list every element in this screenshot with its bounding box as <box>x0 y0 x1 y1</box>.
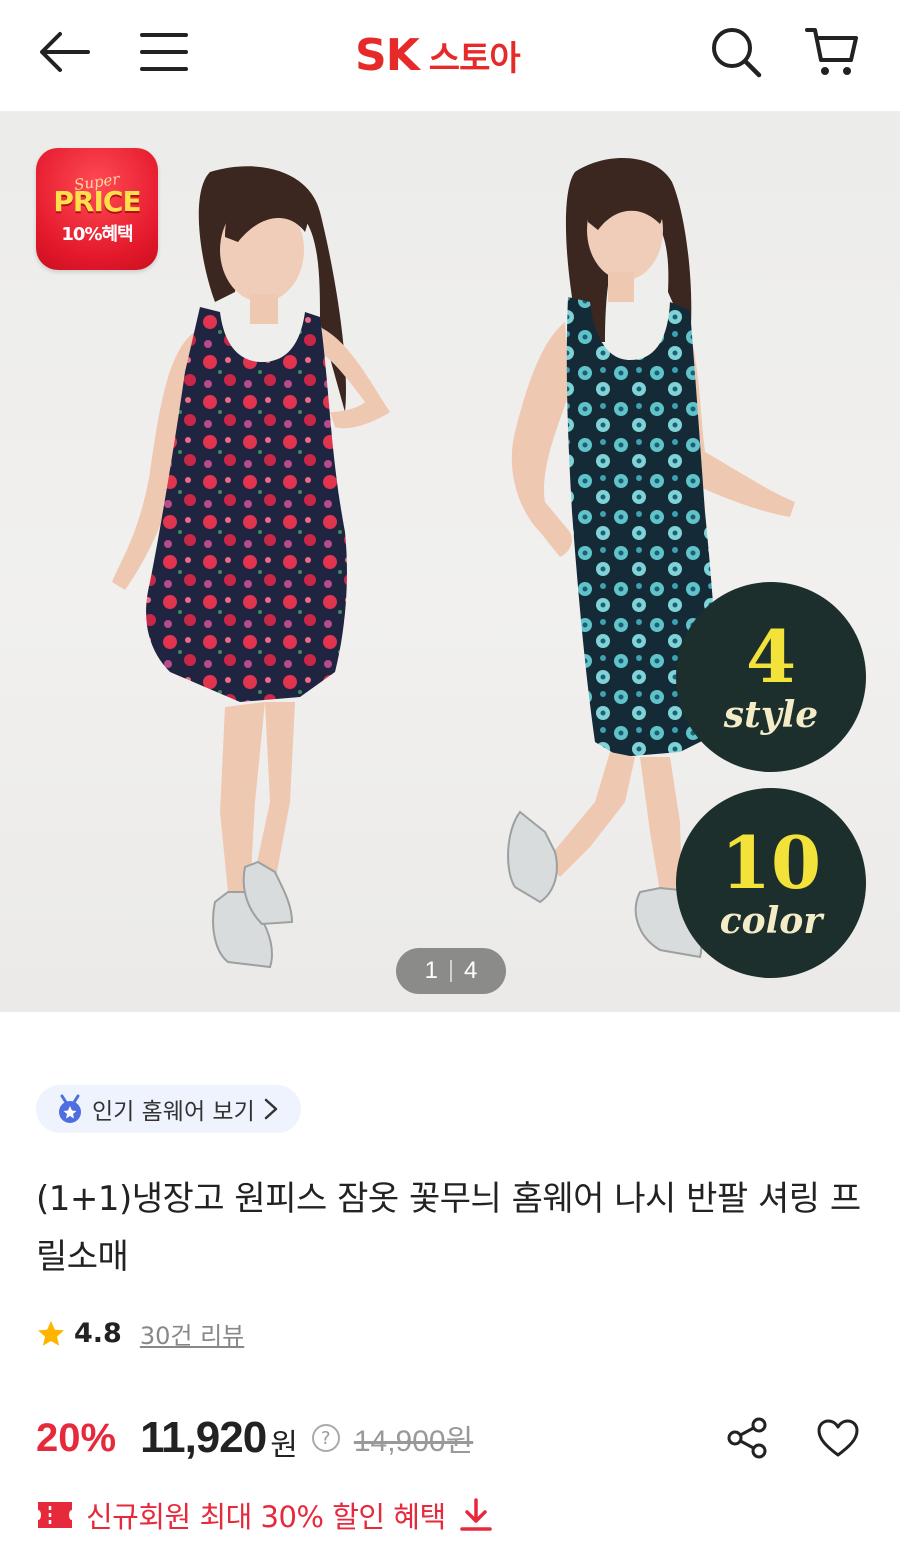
share-button[interactable] <box>722 1412 774 1464</box>
style-count-badge: 4 style <box>676 582 866 772</box>
rating-row: 4.8 30건 리뷰 <box>36 1316 244 1351</box>
search-button[interactable] <box>706 22 766 82</box>
sk-store-logo[interactable]: SK 스토아 <box>355 30 521 81</box>
logo-sk-text: SK <box>355 30 420 81</box>
style-count-number: 4 <box>745 614 797 699</box>
search-icon <box>712 28 762 78</box>
review-count-link[interactable]: 30건 리뷰 <box>140 1316 244 1351</box>
download-icon <box>459 1498 492 1531</box>
price-row: 20% 11,920 원 ? 14,900원 <box>36 1408 473 1468</box>
cart-button[interactable] <box>802 22 862 82</box>
coupon-ticket-icon <box>38 1502 72 1528</box>
pager-total: 4 <box>464 957 478 984</box>
back-arrow-icon <box>40 32 90 72</box>
discount-rate: 20% <box>36 1415 117 1460</box>
heart-icon <box>817 1419 859 1457</box>
super-price-badge: Super PRICE 10%혜택 <box>36 148 158 270</box>
cart-icon <box>805 28 858 75</box>
price-help-icon[interactable]: ? <box>311 1424 340 1452</box>
wishlist-button[interactable] <box>812 1412 864 1464</box>
star-icon <box>38 1320 64 1346</box>
rating-score: 4.8 <box>74 1318 122 1349</box>
product-image-carousel[interactable]: Super PRICE 10%혜택 4 style 10 color 1 4 <box>0 112 900 1012</box>
medal-icon <box>59 1094 81 1123</box>
menu-icon <box>140 33 188 71</box>
chip-label: 인기 홈웨어 보기 <box>92 1099 255 1125</box>
badge-benefit-text: 10%혜택 <box>61 223 133 245</box>
price-unit: 원 <box>270 1428 298 1463</box>
color-count-word: color <box>719 900 823 942</box>
sale-price: 11,920 <box>140 1413 267 1462</box>
logo-store-text: 스토아 <box>428 39 521 79</box>
color-count-badge: 10 color <box>676 788 866 978</box>
image-pager: 1 4 <box>396 948 506 994</box>
top-header: SK 스토아 <box>0 0 900 112</box>
chevron-right-icon <box>264 1098 277 1120</box>
share-icon <box>727 1417 767 1459</box>
original-price: 14,900원 <box>353 1425 474 1458</box>
popular-homewear-chip[interactable]: 인기 홈웨어 보기 <box>36 1085 301 1133</box>
back-button[interactable] <box>34 22 94 82</box>
menu-button[interactable] <box>134 22 194 82</box>
style-count-word: style <box>723 694 819 736</box>
color-count-number: 10 <box>720 820 822 905</box>
pager-divider <box>450 960 452 982</box>
pager-current: 1 <box>424 957 438 984</box>
new-member-coupon-banner[interactable]: 신규회원 최대 30% 할인 혜택 <box>36 1490 494 1540</box>
coupon-text: 신규회원 최대 30% 할인 혜택 <box>86 1500 446 1534</box>
product-title: (1+1)냉장고 원피스 잠옷 꽃무늬 홈웨어 나시 반팔 셔링 프릴소매 <box>36 1179 861 1277</box>
